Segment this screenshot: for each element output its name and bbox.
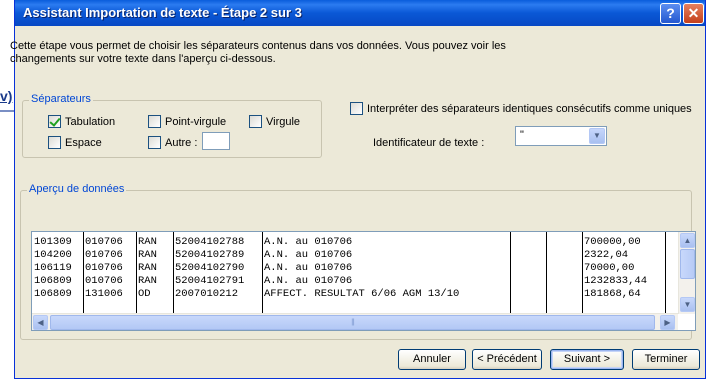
background-rule — [0, 110, 14, 112]
consecutive-label: Interpréter des séparateurs identiques c… — [367, 102, 692, 115]
preview-cell: RAN — [138, 275, 157, 287]
text-qualifier-label: Identificateur de texte : — [373, 137, 485, 149]
preview-cell: 104200 — [34, 249, 72, 261]
window-title: Assistant Importation de texte - Étape 2… — [23, 5, 302, 20]
preview-cell: 52004102788 — [175, 236, 245, 248]
autre-label: Autre : — [165, 136, 198, 149]
preview-cell: 010706 — [85, 249, 123, 261]
preview-row: 106809 131006 OD 2007010212 AFFECT. RESU… — [32, 288, 678, 301]
tabulation-label: Tabulation — [65, 115, 116, 128]
scroll-down-icon[interactable]: ▼ — [680, 297, 695, 312]
background-link-fragment: v) — [0, 88, 13, 104]
preview-cell: 181868,64 — [584, 288, 641, 300]
horizontal-scrollbar[interactable]: ◀ ||| ▶ — [32, 313, 678, 330]
preview-cell: 101309 — [34, 236, 72, 248]
preview-cell: A.N. au 010706 — [264, 249, 353, 261]
preview-cell: RAN — [138, 249, 157, 261]
espace-label: Espace — [65, 136, 102, 149]
data-preview-legend: Aperçu de données — [27, 183, 127, 195]
consecutive-separators-checkbox[interactable]: Interpréter des séparateurs identiques c… — [350, 102, 692, 115]
autre-checkbox[interactable]: Autre : — [148, 136, 197, 149]
preview-cell: 700000,00 — [584, 236, 641, 248]
cancel-button[interactable]: Annuler — [398, 349, 466, 370]
virgule-checkbox[interactable]: Virgule — [249, 115, 300, 128]
horizontal-scroll-thumb[interactable]: ||| — [50, 315, 655, 330]
preview-cell: 1232833,44 — [584, 275, 648, 287]
consecutive-check-box[interactable] — [350, 102, 363, 115]
scroll-up-icon[interactable]: ▲ — [680, 233, 695, 248]
preview-cell: A.N. au 010706 — [264, 236, 353, 248]
previous-button[interactable]: < Précédent — [472, 349, 542, 370]
point-virgule-check-box[interactable] — [148, 115, 161, 128]
autre-separator-input[interactable] — [202, 132, 230, 150]
next-button[interactable]: Suivant > — [550, 349, 624, 370]
preview-grid: 101309 010706 RAN 52004102788 A.N. au 01… — [32, 232, 678, 314]
preview-cell: OD — [138, 288, 151, 300]
vertical-scrollbar[interactable]: ▲ ▼ — [678, 232, 695, 314]
preview-cell: AFFECT. RESULTAT 6/06 AGM 13/10 — [264, 288, 460, 300]
help-button[interactable]: ? — [660, 3, 681, 24]
autre-check-box[interactable] — [148, 136, 161, 149]
espace-checkbox[interactable]: Espace — [48, 136, 102, 149]
vertical-scroll-thumb[interactable] — [680, 249, 695, 279]
preview-cell: 106809 — [34, 288, 72, 300]
intro-line-1: Cette étape vous permet de choisir les s… — [10, 40, 506, 52]
preview-cell: 52004102789 — [175, 249, 245, 261]
text-qualifier-value: " — [520, 129, 524, 141]
preview-cell: 106119 — [34, 262, 72, 274]
tabulation-check-box[interactable] — [48, 115, 61, 128]
scroll-left-icon[interactable]: ◀ — [33, 315, 48, 330]
preview-cell: 131006 — [85, 288, 123, 300]
separators-group: Séparateurs — [22, 93, 322, 158]
preview-cell: A.N. au 010706 — [264, 262, 353, 274]
preview-cell: 52004102790 — [175, 262, 245, 274]
preview-row: 106809 010706 RAN 52004102791 A.N. au 01… — [32, 275, 678, 288]
chevron-down-icon[interactable]: ▼ — [589, 128, 605, 144]
espace-check-box[interactable] — [48, 136, 61, 149]
virgule-check-box[interactable] — [249, 115, 262, 128]
preview-cell: 010706 — [85, 275, 123, 287]
preview-cell: 2322,04 — [584, 249, 629, 261]
data-preview-pane[interactable]: 101309 010706 RAN 52004102788 A.N. au 01… — [31, 231, 696, 331]
separators-legend: Séparateurs — [29, 93, 93, 105]
close-button[interactable]: ✕ — [683, 3, 704, 24]
preview-row: 104200 010706 RAN 52004102789 A.N. au 01… — [32, 249, 678, 262]
preview-cell: A.N. au 010706 — [264, 275, 353, 287]
preview-cell: 010706 — [85, 262, 123, 274]
preview-row: 106119 010706 RAN 52004102790 A.N. au 01… — [32, 262, 678, 275]
scroll-right-icon[interactable]: ▶ — [660, 315, 675, 330]
preview-cell: RAN — [138, 236, 157, 248]
preview-cell: 010706 — [85, 236, 123, 248]
point-virgule-label: Point-virgule — [165, 115, 227, 128]
virgule-label: Virgule — [266, 115, 301, 128]
finish-button[interactable]: Terminer — [632, 349, 700, 370]
intro-text: Cette étape vous permet de choisir les s… — [10, 40, 570, 66]
point-virgule-checkbox[interactable]: Point-virgule — [148, 115, 226, 128]
intro-line-2: changements sur votre texte dans l'aperç… — [10, 53, 276, 65]
preview-cell: 106809 — [34, 275, 72, 287]
tabulation-checkbox[interactable]: Tabulation — [48, 115, 115, 128]
preview-cell: 70000,00 — [584, 262, 635, 274]
preview-cell: 52004102791 — [175, 275, 245, 287]
title-bar[interactable]: Assistant Importation de texte - Étape 2… — [15, 0, 705, 26]
preview-row: 101309 010706 RAN 52004102788 A.N. au 01… — [32, 236, 678, 249]
text-qualifier-select[interactable]: " ▼ — [515, 126, 607, 146]
preview-cell: RAN — [138, 262, 157, 274]
preview-cell: 2007010212 — [175, 288, 239, 300]
